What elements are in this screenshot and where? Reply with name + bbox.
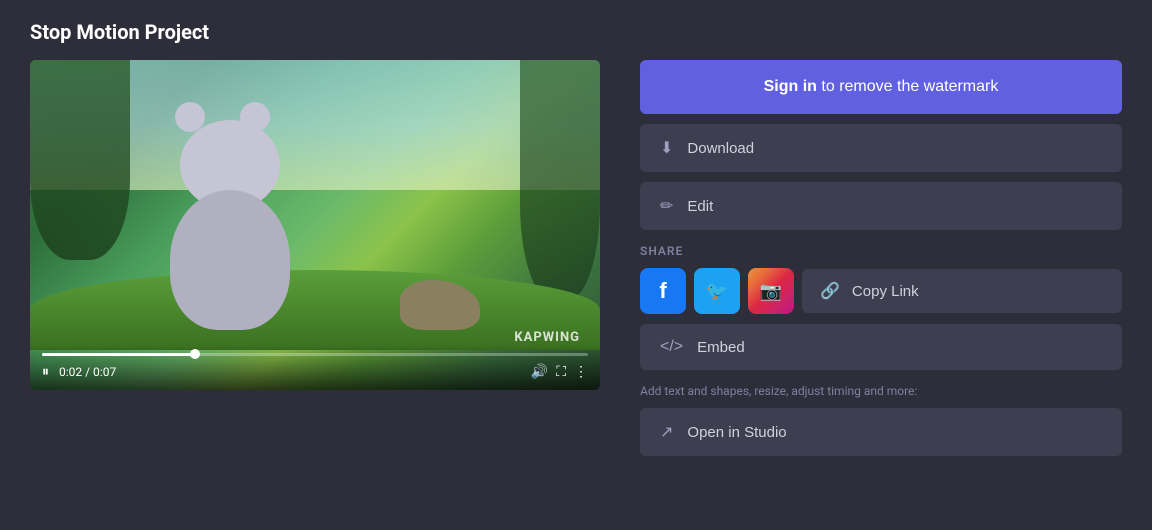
- more-icon[interactable]: ⋮: [574, 364, 588, 380]
- facebook-button[interactable]: f: [640, 268, 686, 314]
- video-thumbnail: KAPWING: [30, 60, 600, 390]
- progress-dot: [190, 349, 200, 359]
- bear-character: [150, 130, 310, 330]
- pause-button[interactable]: ⏸: [42, 364, 49, 380]
- volume-icon[interactable]: 🔊: [531, 364, 548, 380]
- link-icon: 🔗: [820, 281, 840, 301]
- main-content: KAPWING ⏸ 0:02 / 0:07 🔊 ⛶ ⋮: [30, 60, 1122, 456]
- edit-icon: ✏: [660, 196, 673, 216]
- sign-in-button[interactable]: Sign in to remove the watermark: [640, 60, 1122, 114]
- embed-icon: </>: [660, 338, 683, 356]
- right-panel: Sign in to remove the watermark ⬇ Downlo…: [640, 60, 1122, 456]
- progress-bar[interactable]: [42, 353, 588, 356]
- open-studio-button[interactable]: ↗ Open in Studio: [640, 408, 1122, 456]
- share-social-row: f 🐦 📷 🔗 Copy Link: [640, 268, 1122, 314]
- fullscreen-icon[interactable]: ⛶: [556, 364, 566, 380]
- instagram-icon: 📷: [760, 281, 782, 302]
- watermark: KAPWING: [514, 330, 580, 345]
- share-section: SHARE f 🐦 📷 🔗 Copy Link </> Em: [640, 244, 1122, 370]
- controls-right: 🔊 ⛶ ⋮: [531, 364, 588, 380]
- controls-row: ⏸ 0:02 / 0:07 🔊 ⛶ ⋮: [42, 364, 588, 380]
- external-link-icon: ↗: [660, 422, 673, 442]
- open-studio-label: Open in Studio: [687, 424, 786, 441]
- time-display: 0:02 / 0:07: [59, 365, 116, 379]
- video-player[interactable]: KAPWING ⏸ 0:02 / 0:07 🔊 ⛶ ⋮: [30, 60, 600, 390]
- embed-button[interactable]: </> Embed: [640, 324, 1122, 370]
- embed-label: Embed: [697, 339, 745, 356]
- share-label: SHARE: [640, 244, 1122, 258]
- instagram-button[interactable]: 📷: [748, 268, 794, 314]
- edit-button[interactable]: ✏ Edit: [640, 182, 1122, 230]
- tree-right: [520, 60, 600, 300]
- download-icon: ⬇: [660, 138, 673, 158]
- edit-label: Edit: [687, 198, 713, 215]
- sign-in-bold: Sign in: [764, 78, 817, 95]
- video-controls: ⏸ 0:02 / 0:07 🔊 ⛶ ⋮: [30, 345, 600, 390]
- twitter-icon: 🐦: [706, 281, 728, 302]
- tree-left: [30, 60, 130, 260]
- copy-link-label: Copy Link: [852, 283, 919, 300]
- progress-fill: [42, 353, 195, 356]
- facebook-icon: f: [659, 278, 666, 304]
- twitter-button[interactable]: 🐦: [694, 268, 740, 314]
- download-button[interactable]: ⬇ Download: [640, 124, 1122, 172]
- page-title: Stop Motion Project: [30, 20, 1122, 44]
- bear-torso: [170, 190, 290, 330]
- download-label: Download: [687, 140, 754, 157]
- sign-in-label: to remove the watermark: [821, 78, 998, 95]
- copy-link-button[interactable]: 🔗 Copy Link: [802, 269, 1122, 313]
- studio-note: Add text and shapes, resize, adjust timi…: [640, 384, 1122, 398]
